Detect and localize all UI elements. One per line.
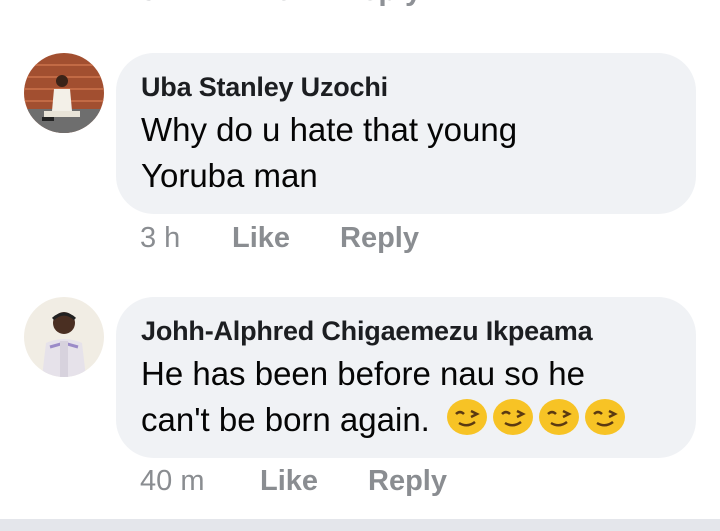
winking-face-icon — [585, 399, 626, 435]
avatar-photo-icon — [24, 53, 104, 133]
winking-face-icon — [493, 399, 534, 435]
comment-time[interactable]: 3 h — [140, 222, 232, 255]
reply-button[interactable]: Reply — [368, 465, 447, 498]
previous-reply-button[interactable]: Reply — [340, 0, 422, 8]
comment-bubble: Johh-Alphred Chigaemezu Ikpeama He has b… — [116, 297, 696, 458]
reply-button[interactable]: Reply — [340, 222, 419, 255]
comment-text: He has been before nau so he can't be bo… — [141, 351, 672, 443]
previous-comment-time: 3 h — [140, 0, 232, 8]
like-button[interactable]: Like — [232, 222, 340, 255]
comment-author[interactable]: Uba Stanley Uzochi — [141, 71, 672, 103]
comment-text-line: Yoruba man — [141, 157, 318, 194]
avatar[interactable] — [24, 297, 104, 377]
comment-actions: 40 m Like Reply — [140, 465, 447, 498]
avatar[interactable] — [24, 53, 104, 133]
comment-text-line-with-emoji: can't be born again. — [141, 397, 672, 443]
comment-author[interactable]: Johh-Alphred Chigaemezu Ikpeama — [141, 315, 672, 347]
comment-bubble: Uba Stanley Uzochi Why do u hate that yo… — [116, 53, 696, 214]
avatar-photo-icon — [24, 297, 104, 377]
comments-thread: 3 h Like Reply Uba Stanley Uzochi Why — [0, 0, 720, 531]
winking-face-icon — [539, 399, 580, 435]
comment-text-line: He has been before nau so he — [141, 355, 586, 392]
comment-text-line: can't be born again. — [141, 401, 430, 438]
emoji-row — [445, 397, 627, 437]
comment-actions: 3 h Like Reply — [140, 222, 419, 255]
like-button[interactable]: Like — [260, 465, 368, 498]
previous-comment-actions: 3 h Like Reply — [140, 0, 422, 8]
comment-time[interactable]: 40 m — [140, 465, 260, 498]
winking-face-icon — [447, 399, 488, 435]
comment-text: Why do u hate that young Yoruba man — [141, 107, 672, 199]
comment-text-line: Why do u hate that young — [141, 111, 518, 148]
previous-like-button[interactable]: Like — [232, 0, 340, 8]
bottom-divider — [0, 519, 720, 531]
